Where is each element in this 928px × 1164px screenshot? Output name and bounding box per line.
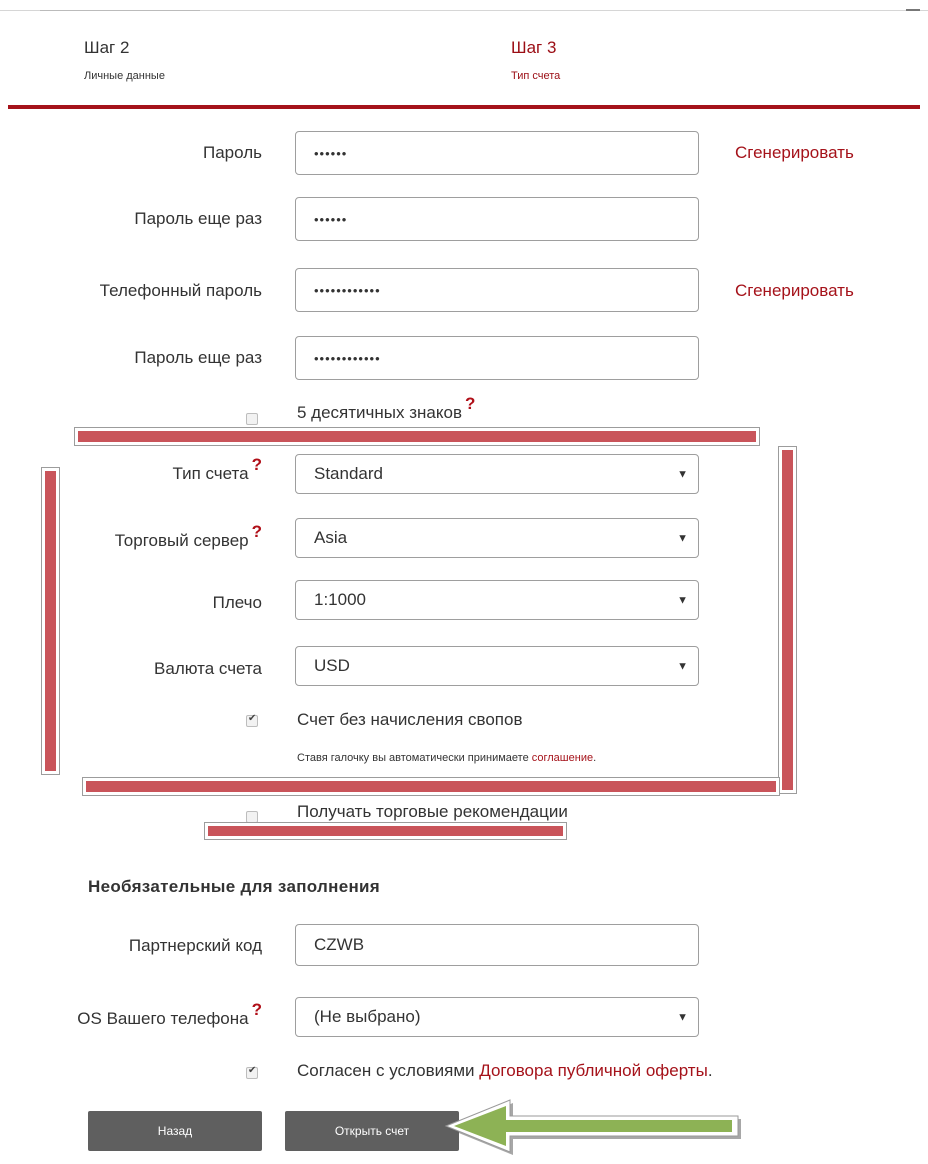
agree-terms-label: Согласен с условиями Договора публичной … bbox=[297, 1061, 713, 1080]
leverage-label: Плечо bbox=[212, 593, 262, 612]
step-3-title: Тип счета bbox=[511, 70, 561, 82]
account-type-label: Тип счета? bbox=[172, 455, 262, 483]
five-decimals-checkbox[interactable] bbox=[246, 413, 258, 425]
help-icon[interactable]: ? bbox=[465, 394, 475, 413]
server-label: Торговый сервер? bbox=[114, 522, 262, 550]
swap-free-checkbox[interactable] bbox=[246, 713, 258, 727]
phone-password-repeat-label: Пароль еще раз bbox=[134, 348, 262, 367]
top-edge-fragment-right bbox=[906, 0, 920, 11]
annotation-bar-left bbox=[45, 471, 56, 771]
arrow-left-icon bbox=[444, 1099, 741, 1155]
partner-code-input[interactable]: CZWB bbox=[295, 924, 699, 966]
phone-password-input[interactable]: •••••••••••• bbox=[295, 268, 699, 312]
account-type-value: Standard bbox=[314, 464, 383, 483]
help-icon[interactable]: ? bbox=[252, 522, 262, 541]
step-2-title: Личные данные bbox=[84, 70, 165, 82]
currency-value: USD bbox=[314, 656, 350, 675]
recommendations-checkbox[interactable] bbox=[246, 811, 258, 823]
step-3[interactable]: Шаг 3 Тип счета bbox=[511, 38, 560, 82]
five-decimals-label: 5 десятичных знаков? bbox=[297, 394, 476, 422]
public-offer-link[interactable]: Договора публичной оферты bbox=[479, 1061, 708, 1080]
chevron-down-icon: ▼ bbox=[677, 1011, 688, 1024]
swap-free-label: Счет без начисления свопов bbox=[297, 710, 523, 729]
generate-phone-password-link[interactable]: Сгенерировать bbox=[735, 281, 854, 301]
chevron-down-icon: ▼ bbox=[677, 594, 688, 607]
agreement-link[interactable]: соглашение bbox=[532, 752, 593, 764]
phone-os-label: OS Вашего телефона? bbox=[77, 1000, 262, 1028]
currency-select[interactable]: USD ▼ bbox=[295, 646, 699, 686]
annotation-bar-partner bbox=[208, 826, 563, 836]
server-select[interactable]: Asia ▼ bbox=[295, 518, 699, 558]
account-type-select[interactable]: Standard ▼ bbox=[295, 454, 699, 494]
currency-label: Валюта счета bbox=[154, 659, 262, 678]
top-edge-fragment bbox=[40, 0, 200, 11]
phone-os-value: (Не выбрано) bbox=[314, 1007, 421, 1026]
generate-password-link[interactable]: Сгенерировать bbox=[735, 143, 854, 163]
help-icon[interactable]: ? bbox=[252, 455, 262, 474]
phone-password-label: Телефонный пароль bbox=[99, 281, 262, 300]
phone-os-select[interactable]: (Не выбрано) ▼ bbox=[295, 997, 699, 1037]
phone-password-repeat-input[interactable]: •••••••••••• bbox=[295, 336, 699, 380]
swap-note: Ставя галочку вы автоматически принимает… bbox=[297, 752, 597, 764]
partner-code-label: Партнерский код bbox=[128, 936, 262, 955]
help-icon[interactable]: ? bbox=[252, 1000, 262, 1019]
annotation-bar-right bbox=[782, 450, 793, 790]
password-label: Пароль bbox=[203, 143, 262, 162]
step-progress-bar bbox=[8, 105, 920, 109]
recommendations-label: Получать торговые рекомендации bbox=[297, 802, 568, 821]
step-2-number: Шаг 2 bbox=[84, 38, 130, 57]
leverage-select[interactable]: 1:1000 ▼ bbox=[295, 580, 699, 620]
annotation-bar-bottom bbox=[86, 781, 776, 792]
chevron-down-icon: ▼ bbox=[677, 532, 688, 545]
annotation-bar-top bbox=[78, 431, 756, 442]
step-2[interactable]: Шаг 2 Личные данные bbox=[84, 38, 165, 82]
optional-section-title: Необязательные для заполнения bbox=[88, 877, 380, 896]
chevron-down-icon: ▼ bbox=[677, 468, 688, 481]
server-value: Asia bbox=[314, 528, 348, 547]
agree-terms-checkbox[interactable] bbox=[246, 1065, 258, 1079]
password-repeat-input[interactable]: •••••• bbox=[295, 197, 699, 241]
back-button[interactable]: Назад bbox=[88, 1111, 262, 1151]
step-3-number: Шаг 3 bbox=[511, 38, 557, 57]
open-account-button[interactable]: Открыть счет bbox=[285, 1111, 459, 1151]
chevron-down-icon: ▼ bbox=[677, 660, 688, 673]
leverage-value: 1:1000 bbox=[314, 590, 366, 609]
password-repeat-label: Пароль еще раз bbox=[134, 209, 262, 228]
password-input[interactable]: •••••• bbox=[295, 131, 699, 175]
